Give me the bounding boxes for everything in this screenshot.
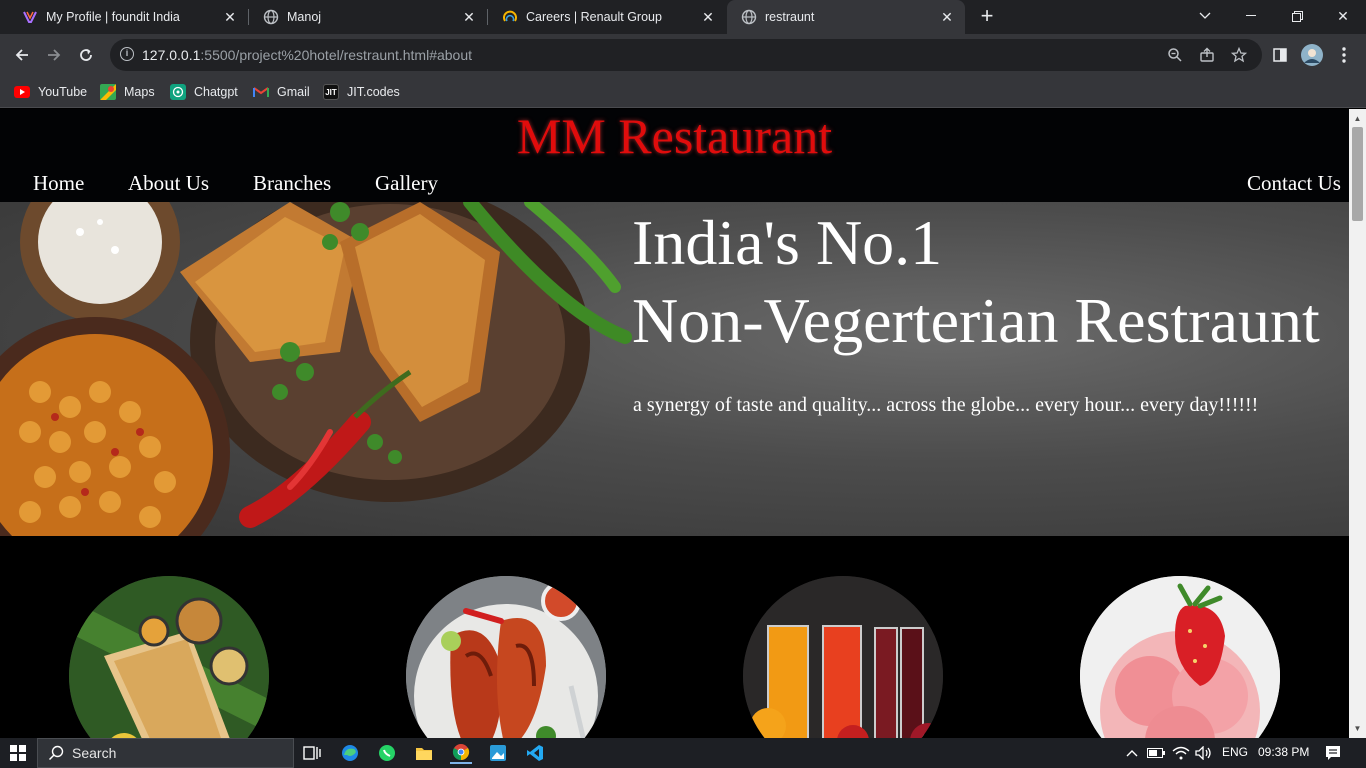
foundit-icon (22, 9, 38, 25)
maps-icon (100, 84, 116, 100)
tab-title: My Profile | foundit India (46, 10, 180, 24)
hero-banner: India's No.1 Non-Vegerterian Restraunt a… (0, 202, 1349, 536)
edge-icon[interactable] (339, 742, 361, 764)
nav-gallery[interactable]: Gallery (375, 171, 438, 195)
site-logo-title[interactable]: MM Restaurant (0, 109, 1349, 163)
tandoori-chicken-image (406, 576, 606, 738)
hero-title: India's No.1 Non-Vegerterian Restraunt (632, 207, 1320, 356)
nav-about-us[interactable]: About Us (128, 171, 209, 195)
reload-button[interactable] (72, 41, 100, 69)
close-tab-icon[interactable]: ✕ (222, 9, 238, 25)
bookmarks-bar: YouTube Maps Chatgpt Gmail JIT JIT.codes (0, 76, 1366, 108)
gmail-icon (253, 84, 269, 100)
file-explorer-icon[interactable] (413, 742, 435, 764)
bookmark-chatgpt[interactable]: Chatgpt (170, 82, 238, 102)
tab-restraunt[interactable]: restraunt ✕ (727, 0, 965, 34)
jit-icon: JIT (323, 84, 339, 100)
language-indicator[interactable]: ENG (1222, 745, 1248, 759)
globe-icon (263, 9, 279, 25)
chrome-icon[interactable] (450, 742, 472, 764)
clock[interactable]: 09:38 PM (1258, 745, 1309, 759)
address-bar[interactable]: i 127.0.0.1:5500/project%20hotel/restrau… (110, 39, 1262, 71)
scroll-up-icon[interactable]: ▲ (1349, 111, 1366, 127)
scroll-thumb[interactable] (1352, 127, 1363, 221)
task-view-icon[interactable] (301, 742, 323, 764)
taskbar-search[interactable]: Search (37, 738, 294, 768)
windows-taskbar: Search ENG 09:38 PM (0, 738, 1366, 768)
tab-manoj[interactable]: Manoj ✕ (249, 0, 487, 34)
dishes-section (0, 536, 1349, 738)
restore-button[interactable] (1274, 0, 1320, 32)
browser-toolbar: i 127.0.0.1:5500/project%20hotel/restrau… (0, 34, 1366, 76)
page-scrollbar[interactable]: ▲ ▼ (1349, 109, 1366, 738)
notifications-icon[interactable] (1322, 742, 1344, 764)
bookmark-jitcodes[interactable]: JIT JIT.codes (323, 82, 400, 102)
wifi-icon[interactable] (1170, 742, 1192, 764)
close-tab-icon[interactable]: ✕ (939, 9, 955, 25)
chatgpt-icon (170, 84, 186, 100)
tray-chevron-up-icon[interactable] (1121, 742, 1143, 764)
tab-renault[interactable]: Careers | Renault Group ✕ (488, 0, 726, 34)
site-info-icon[interactable]: i (120, 47, 134, 61)
tab-foundit[interactable]: My Profile | foundit India ✕ (8, 0, 248, 34)
nav-contact-us[interactable]: Contact Us (1247, 171, 1341, 195)
strawberry-icecream-image (1080, 576, 1280, 738)
close-window-button[interactable]: ✕ (1320, 0, 1366, 32)
search-icon (48, 745, 64, 761)
dosa-image (69, 576, 269, 738)
hero-food-image (0, 202, 632, 536)
whatsapp-icon[interactable] (376, 742, 398, 764)
profile-avatar[interactable] (1298, 41, 1326, 69)
side-panel-icon[interactable] (1266, 41, 1294, 69)
vscode-icon[interactable] (524, 742, 546, 764)
bookmark-maps[interactable]: Maps (100, 82, 155, 102)
zoom-icon[interactable] (1166, 46, 1184, 64)
share-icon[interactable] (1198, 46, 1216, 64)
globe-icon (741, 9, 757, 25)
site-header: MM Restaurant Home About Us Branches Gal… (0, 109, 1349, 202)
photos-icon[interactable] (487, 742, 509, 764)
minimize-button[interactable] (1228, 0, 1274, 32)
hero-tagline: a synergy of taste and quality... across… (633, 394, 1259, 416)
close-tab-icon[interactable]: ✕ (461, 9, 477, 25)
nav-home[interactable]: Home (33, 171, 84, 195)
volume-icon[interactable] (1193, 742, 1215, 764)
menu-icon[interactable] (1330, 41, 1358, 69)
back-button[interactable] (8, 41, 36, 69)
scroll-down-icon[interactable]: ▼ (1349, 721, 1366, 737)
bookmark-youtube[interactable]: YouTube (14, 82, 87, 102)
page-viewport: MM Restaurant Home About Us Branches Gal… (0, 109, 1349, 738)
tab-search-icon[interactable] (1182, 0, 1228, 32)
battery-icon[interactable] (1145, 742, 1167, 764)
tab-strip: My Profile | foundit India ✕ Manoj ✕ Car… (0, 0, 1366, 34)
forward-button[interactable] (40, 41, 68, 69)
bookmark-star-icon[interactable] (1230, 46, 1248, 64)
renault-icon (502, 9, 518, 25)
nav-branches[interactable]: Branches (253, 171, 331, 195)
windows-start-icon[interactable] (7, 742, 29, 764)
youtube-icon (14, 84, 30, 100)
close-tab-icon[interactable]: ✕ (700, 9, 716, 25)
url-text: 127.0.0.1:5500/project%20hotel/restraunt… (142, 47, 473, 63)
juices-image (743, 576, 943, 738)
bookmark-gmail[interactable]: Gmail (253, 82, 310, 102)
tab-title: Manoj (287, 10, 322, 24)
tab-title: restraunt (765, 10, 815, 24)
new-tab-button[interactable]: + (976, 5, 998, 27)
tab-title: Careers | Renault Group (526, 10, 662, 24)
